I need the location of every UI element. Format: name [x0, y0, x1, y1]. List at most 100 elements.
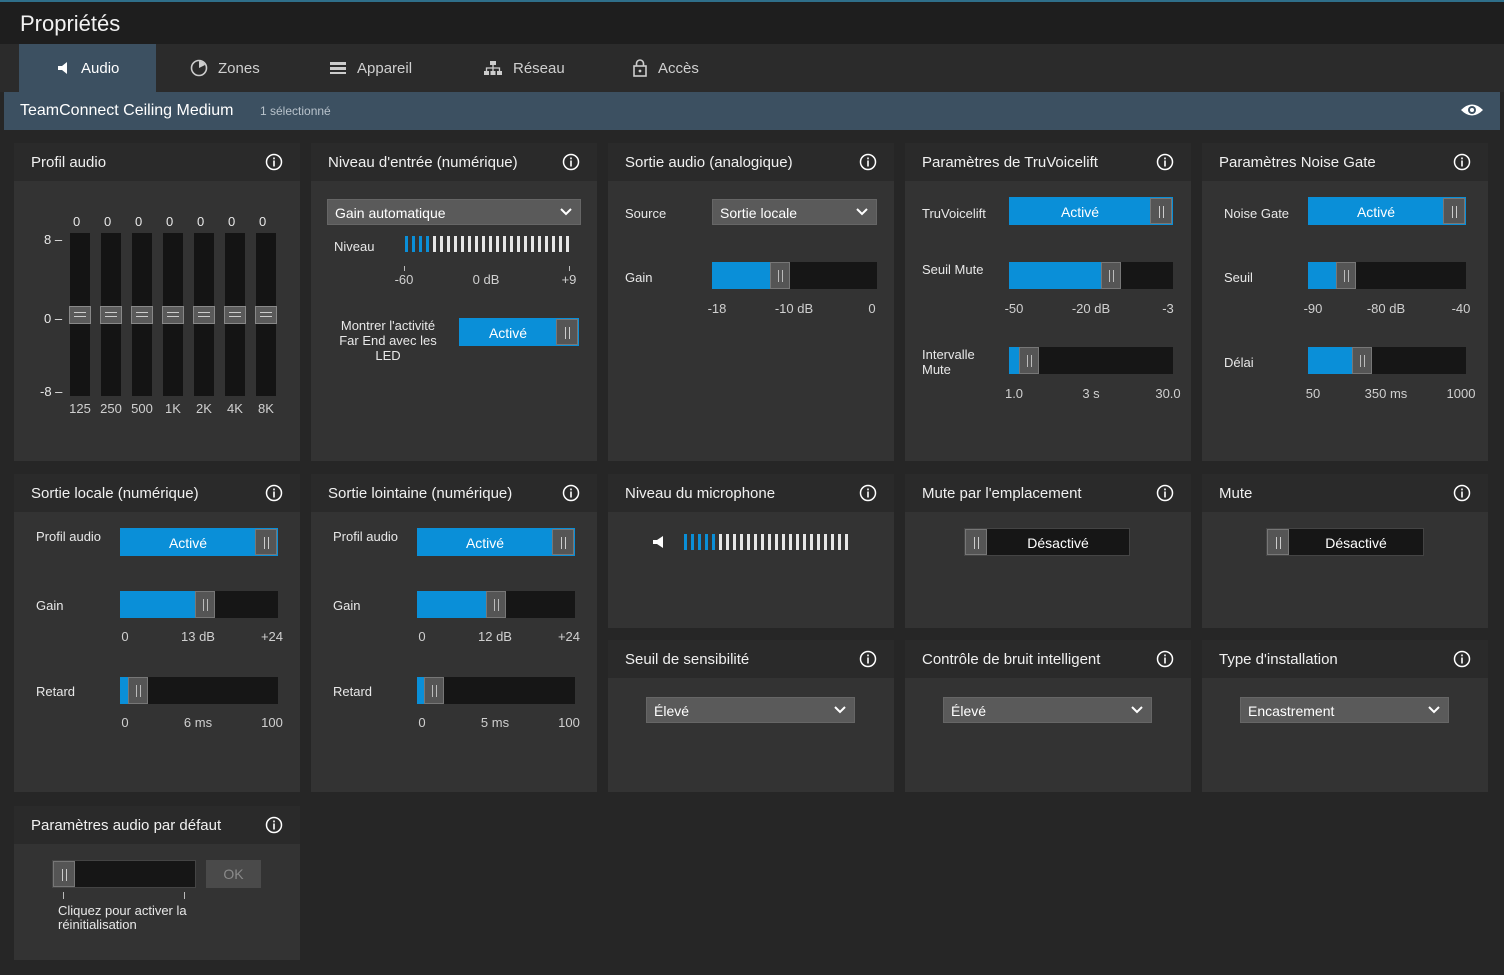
speaker-icon: [653, 536, 663, 548]
tick-label: -40: [1451, 301, 1471, 316]
sensibilite-select[interactable]: Élevé: [646, 697, 855, 723]
eq-band-knob[interactable]: [162, 306, 184, 324]
meter-segment: [405, 236, 408, 252]
info-icon[interactable]: [1156, 484, 1174, 502]
meter-segment: [761, 534, 764, 550]
eq-band-slider[interactable]: [100, 233, 122, 396]
select-value: Encastrement: [1248, 703, 1335, 719]
noise-gate-toggle[interactable]: Activé: [1308, 197, 1466, 225]
tick-label: -50: [1004, 301, 1024, 316]
eq-band-knob[interactable]: [69, 306, 91, 324]
info-icon[interactable]: [859, 153, 877, 171]
mute-toggle[interactable]: Désactivé: [1266, 528, 1424, 556]
profil-audio-toggle[interactable]: Activé: [417, 528, 575, 556]
tick-label: 30.0: [1155, 386, 1181, 401]
meter-segment: [775, 534, 778, 550]
panel-title: Niveau d'entrée (numérique): [328, 154, 518, 171]
retard-slider[interactable]: [417, 677, 575, 704]
input-level-meter: [405, 236, 573, 252]
gain-slider[interactable]: [417, 591, 575, 618]
meter-segment: [412, 236, 415, 252]
eq-band-slider[interactable]: [131, 233, 153, 396]
tick-label: -3: [1162, 301, 1174, 316]
gain-mode-select[interactable]: Gain automatique: [327, 199, 581, 225]
tab-audio[interactable]: Audio: [19, 44, 156, 92]
controle-bruit-select[interactable]: Élevé: [943, 697, 1152, 723]
eq-band-slider[interactable]: [193, 233, 215, 396]
eq-band-knob[interactable]: [100, 306, 122, 324]
info-icon[interactable]: [265, 816, 283, 834]
eq-band-slider[interactable]: [255, 233, 277, 396]
seuil-mute-slider[interactable]: [1009, 262, 1173, 289]
type-installation-select[interactable]: Encastrement: [1240, 697, 1449, 723]
seuil-slider[interactable]: [1308, 262, 1466, 289]
window-title: Propriétés: [20, 11, 121, 36]
gain-slider[interactable]: [712, 262, 877, 289]
tick-label: 1.0: [1004, 386, 1024, 401]
eq-band-knob[interactable]: [131, 306, 153, 324]
eye-icon[interactable]: [1460, 102, 1484, 118]
info-icon[interactable]: [859, 484, 877, 502]
info-icon[interactable]: [1453, 484, 1471, 502]
toggle-state: Activé: [1060, 204, 1100, 220]
retard-slider[interactable]: [120, 677, 278, 704]
profil-audio-toggle[interactable]: Activé: [120, 528, 278, 556]
panel-title: Type d'installation: [1219, 651, 1338, 668]
eq-band-label: 4K: [227, 401, 243, 416]
gain-slider[interactable]: [120, 591, 278, 618]
info-icon[interactable]: [1156, 650, 1174, 668]
tick-label: -80 dB: [1366, 301, 1406, 316]
led-activity-toggle[interactable]: Activé: [459, 318, 579, 346]
meter-segment: [489, 236, 492, 252]
truvoicelift-toggle[interactable]: Activé: [1009, 197, 1173, 225]
tab-acces[interactable]: Accès: [632, 44, 699, 92]
delai-label: Délai: [1224, 355, 1254, 370]
meter-segment: [789, 534, 792, 550]
meter-segment: [419, 236, 422, 252]
info-icon[interactable]: [859, 650, 877, 668]
panel-title: Sortie lointaine (numérique): [328, 485, 513, 502]
info-icon[interactable]: [1453, 650, 1471, 668]
meter-segment: [531, 236, 534, 252]
meter-segment: [747, 534, 750, 550]
meter-segment: [468, 236, 471, 252]
eq-band-knob[interactable]: [193, 306, 215, 324]
eq-band-knob[interactable]: [224, 306, 246, 324]
source-select[interactable]: Sortie locale: [712, 199, 877, 225]
tab-zones[interactable]: Zones: [190, 44, 260, 92]
tab-reseau[interactable]: Réseau: [483, 44, 565, 92]
tick-label: -60: [394, 272, 414, 287]
tick-label: +9: [561, 272, 577, 287]
meter-segment: [524, 236, 527, 252]
info-icon[interactable]: [265, 484, 283, 502]
panel-title: Paramètres de TruVoicelift: [922, 154, 1098, 171]
mute-emplacement-toggle[interactable]: Désactivé: [964, 528, 1130, 556]
meter-segment: [782, 534, 785, 550]
meter-segment: [810, 534, 813, 550]
profil-audio-label: Profil audio: [36, 529, 102, 544]
info-icon[interactable]: [562, 484, 580, 502]
meter-segment: [838, 534, 841, 550]
eq-band-slider[interactable]: [224, 233, 246, 396]
eq-band-value: 0: [197, 214, 205, 229]
eq-band-label: 8K: [258, 401, 274, 416]
ok-button[interactable]: OK: [206, 860, 261, 888]
eq-band-knob[interactable]: [255, 306, 277, 324]
eq-band-slider[interactable]: [162, 233, 184, 396]
info-icon[interactable]: [265, 153, 283, 171]
info-icon[interactable]: [1156, 153, 1174, 171]
meter-segment: [454, 236, 457, 252]
tab-appareil[interactable]: Appareil: [329, 44, 412, 92]
delai-slider[interactable]: [1308, 347, 1466, 374]
reset-slider-toggle[interactable]: [52, 860, 196, 888]
intervalle-mute-slider[interactable]: [1009, 347, 1173, 374]
mic-level-meter: [684, 534, 852, 550]
tick-mark: [569, 266, 570, 271]
tick-mark: [184, 892, 185, 899]
meter-segment: [440, 236, 443, 252]
info-icon[interactable]: [1453, 153, 1471, 171]
eq-band-slider[interactable]: [69, 233, 91, 396]
info-icon[interactable]: [562, 153, 580, 171]
panel-niveau-entree: Niveau d'entrée (numérique): [311, 143, 597, 461]
tick-label: 3 s: [1082, 386, 1100, 401]
